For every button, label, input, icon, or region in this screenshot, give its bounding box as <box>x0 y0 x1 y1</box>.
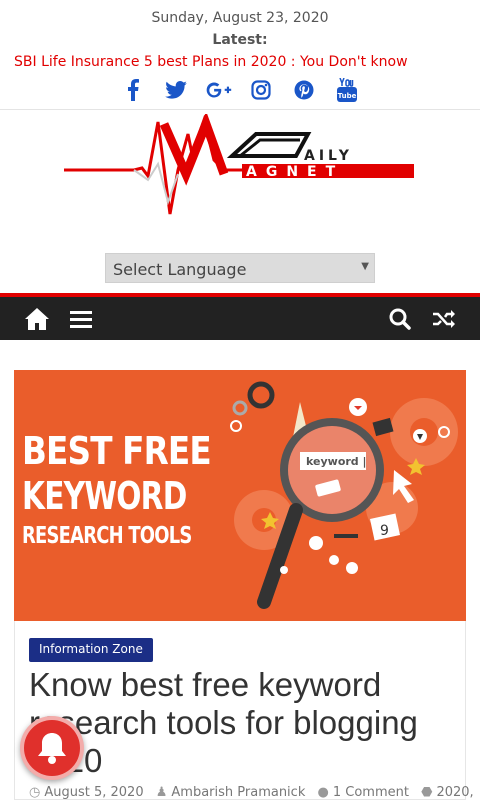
post-date[interactable]: August 5, 2020 <box>44 785 143 800</box>
shuffle-icon[interactable] <box>429 304 459 334</box>
notification-bell-button[interactable] <box>20 716 84 780</box>
calendar-number: 9 <box>380 523 389 539</box>
clock-icon: ◷ <box>29 785 41 800</box>
featured-line3: RESEARCH TOOLS <box>22 523 192 549</box>
bell-icon <box>38 733 66 764</box>
twitter-icon[interactable] <box>163 77 189 103</box>
home-icon[interactable] <box>22 304 52 334</box>
magnifier-illustration: keyword | 9 <box>230 381 458 609</box>
menu-icon[interactable] <box>66 304 96 334</box>
facebook-icon[interactable] <box>120 77 146 103</box>
featured-image-text: BEST FREE KEYWORD RESEARCH TOOLS <box>22 432 232 548</box>
search-icon[interactable] <box>385 304 415 334</box>
comment-icon: ● <box>317 785 329 800</box>
youtube-icon[interactable]: Tube <box>334 77 360 103</box>
language-select[interactable]: Select Language ▼ <box>105 253 375 283</box>
instagram-icon[interactable] <box>248 77 274 103</box>
post-comments[interactable]: 1 Comment <box>333 785 409 800</box>
post-author[interactable]: Ambarish Pramanick <box>171 785 305 800</box>
latest-label: Latest: <box>212 32 268 48</box>
pinterest-icon[interactable] <box>291 77 317 103</box>
language-select-value: Select Language <box>113 260 247 279</box>
top-bar: Sunday, August 23, 2020 Latest: SBI Life… <box>0 0 480 110</box>
svg-text:Tube: Tube <box>338 92 357 100</box>
dropdown-arrow-icon: ▼ <box>361 261 369 272</box>
post-title[interactable]: Know best free keyword research tools fo… <box>29 666 449 780</box>
logo-line1: AILY <box>304 148 353 164</box>
google-plus-icon[interactable] <box>206 77 232 103</box>
category-badge[interactable]: Information Zone <box>29 638 153 662</box>
search-box-text: keyword | <box>306 455 367 468</box>
featured-line2: KEYWORD <box>22 474 187 518</box>
tag-icon: ⬣ <box>421 785 433 800</box>
featured-image[interactable]: BEST FREE KEYWORD RESEARCH TOOLS keyword… <box>14 370 466 621</box>
featured-line1: BEST FREE <box>22 429 212 473</box>
current-date: Sunday, August 23, 2020 <box>151 10 329 26</box>
latest-news-link[interactable]: SBI Life Insurance 5 best Plans in 2020 … <box>14 54 408 70</box>
user-icon: ♟ <box>155 785 168 800</box>
post-tag[interactable]: 2020, <box>436 785 473 800</box>
post-meta: ◷ August 5, 2020 ♟ Ambarish Pramanick ● 1 C… <box>29 785 480 800</box>
main-navigation <box>0 293 480 340</box>
site-logo[interactable]: AILY AGNET <box>64 111 416 220</box>
logo-line2: AGNET <box>246 164 344 180</box>
social-links: Tube <box>120 77 360 103</box>
